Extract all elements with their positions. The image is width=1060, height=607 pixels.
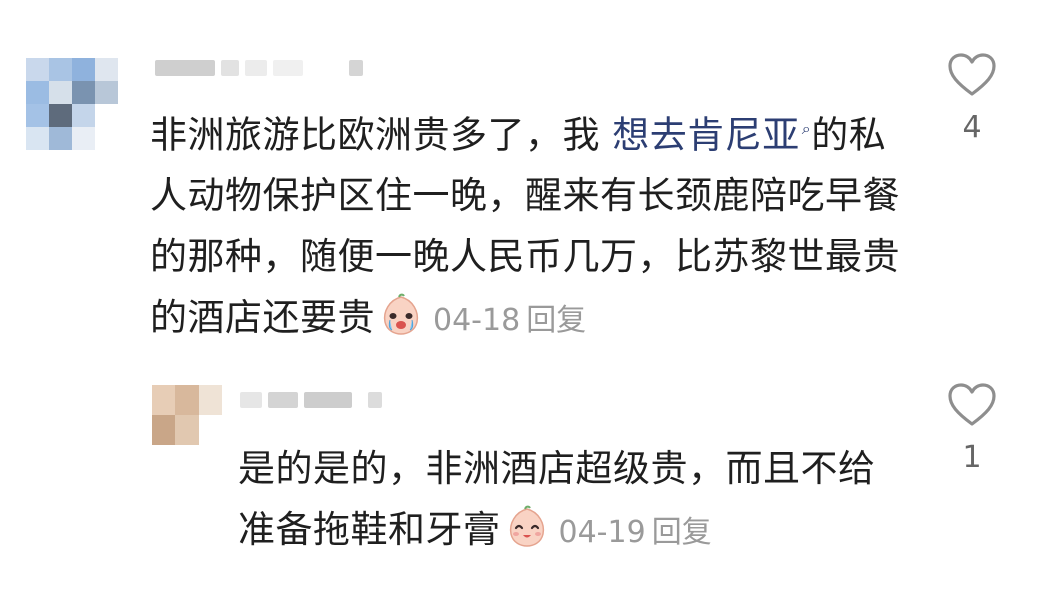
avatar[interactable]	[152, 385, 222, 445]
comment-item: 非洲旅游比欧洲贵多了，我 想去肯尼亚 ⌕的私人动物保护区住一晚，醒来有长颈鹿陪吃早…	[0, 0, 1060, 370]
comment-date: 04-18	[433, 303, 521, 339]
username[interactable]	[155, 60, 363, 76]
like-count: 1	[962, 440, 982, 475]
smiling-face-emoji	[509, 505, 544, 547]
comment-date: 04-19	[558, 515, 646, 550]
comment-text-part: 非洲旅游比欧洲贵多了，我	[150, 113, 613, 157]
like-button[interactable]: 1	[942, 382, 1002, 475]
search-icon[interactable]: ⌕	[802, 119, 811, 138]
avatar[interactable]	[26, 58, 118, 150]
comment-text: 非洲旅游比欧洲贵多了，我 想去肯尼亚 ⌕的私人动物保护区住一晚，醒来有长颈鹿陪吃早…	[150, 98, 910, 351]
username[interactable]	[240, 392, 382, 408]
search-link[interactable]: 想去肯尼亚	[612, 113, 800, 156]
comment-text-part: 是的是的，非洲酒店超级贵，而且不给准备拖鞋和牙膏	[238, 447, 876, 551]
heart-icon[interactable]	[947, 52, 997, 98]
like-button[interactable]: 4	[942, 52, 1002, 145]
heart-icon[interactable]	[947, 382, 997, 428]
comment-text: 是的是的，非洲酒店超级贵，而且不给准备拖鞋和牙膏 04-19 回复	[238, 438, 878, 563]
like-count: 4	[962, 110, 982, 145]
crying-face-emoji	[383, 293, 419, 336]
reply-item: 是的是的，非洲酒店超级贵，而且不给准备拖鞋和牙膏 04-19 回复 1	[0, 370, 1060, 607]
reply-button[interactable]: 回复	[652, 515, 712, 550]
reply-button[interactable]: 回复	[526, 303, 586, 338]
